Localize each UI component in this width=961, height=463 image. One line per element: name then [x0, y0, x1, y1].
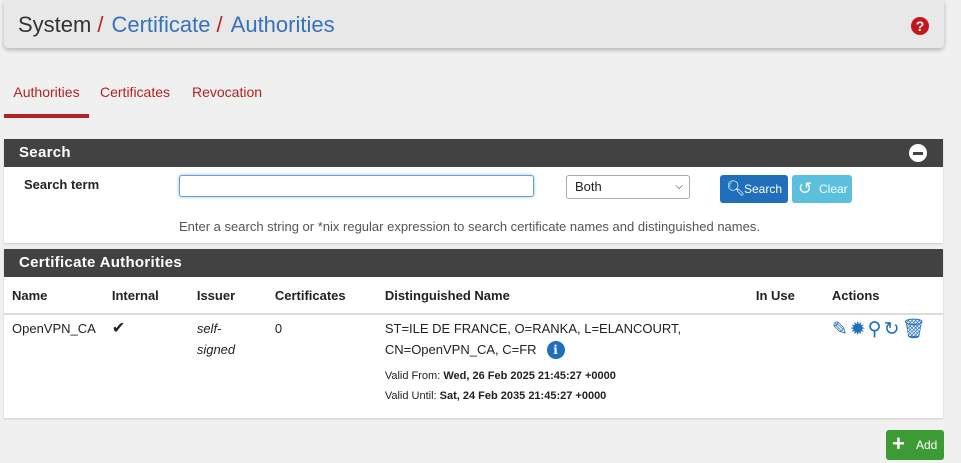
dn-line2: CN=OpenVPN_CA, C=FR	[384, 342, 537, 357]
ca-in-use	[748, 314, 824, 412]
undo-icon: ↺	[798, 179, 813, 198]
search-panel-header: Search	[4, 139, 943, 167]
col-issuer[interactable]: Issuer	[188, 277, 267, 315]
dn-line2-wrapper: CN=OpenVPN_CA, C=FR i	[385, 339, 740, 360]
search-button-label: Search	[744, 182, 783, 196]
tab-revocation[interactable]: Revocation	[192, 72, 262, 116]
ca-table: Name Internal Issuer Certificates Distin…	[4, 277, 943, 412]
breadcrumb-bar: System / Certificate / Authorities ?	[4, 0, 944, 48]
breadcrumb-authorities-link[interactable]: Authorities	[231, 12, 335, 37]
search-scope-value: Both	[575, 179, 602, 194]
ca-panel-header: Certificate Authorities	[4, 249, 943, 277]
clear-button-label: Clear	[819, 182, 848, 196]
col-in-use[interactable]: In Use	[747, 277, 824, 315]
valid-until: Valid Until: Sat, 24 Feb 2035 21:45:27 +…	[385, 386, 740, 406]
breadcrumb-separator: /	[216, 12, 223, 37]
valid-from-label: Valid From:	[384, 370, 441, 382]
search-panel: Search Search term Both ⌵ 🔍︎ Search ↺ Cl…	[4, 139, 943, 243]
col-distinguished-name[interactable]: Distinguished Name	[376, 277, 748, 315]
ca-name: OpenVPN_CA	[12, 321, 96, 336]
trash-icon[interactable]: 🗑︎	[902, 319, 928, 340]
dn-line1: ST=ILE DE FRANCE, O=RANKA, L=ELANCOURT,	[384, 321, 682, 336]
ca-issuer-line2: signed	[196, 342, 236, 357]
breadcrumb-certificate-link[interactable]: Certificate	[111, 12, 210, 37]
key-icon[interactable]: ⚲	[868, 319, 884, 340]
table-row: OpenVPN_CA ✔ self- signed 0 ST=ILE DE FR…	[4, 314, 943, 412]
valid-from-value: Wed, 26 Feb 2025 21:45:27 +0000	[443, 370, 616, 382]
search-input[interactable]	[179, 175, 534, 197]
refresh-icon[interactable]: ↻	[884, 319, 902, 340]
ca-panel-title: Certificate Authorities	[19, 254, 183, 271]
clear-button[interactable]: ↺ Clear	[792, 175, 852, 203]
question-circle-icon[interactable]: ?	[911, 17, 929, 35]
search-panel-title: Search	[19, 144, 71, 161]
search-term-label: Search term	[24, 177, 100, 192]
ca-issuer: self- signed	[189, 314, 267, 412]
add-button-label: Add	[916, 438, 938, 452]
search-scope-select[interactable]: Both ⌵	[566, 175, 690, 199]
search-button[interactable]: 🔍︎ Search	[720, 175, 788, 203]
valid-from: Valid From: Wed, 26 Feb 2025 21:45:27 +0…	[385, 366, 740, 386]
validity: Valid From: Wed, 26 Feb 2025 21:45:27 +0…	[385, 366, 740, 406]
col-actions: Actions	[823, 277, 943, 315]
valid-until-value: Sat, 24 Feb 2035 21:45:27 +0000	[439, 390, 607, 402]
check-icon: ✔	[111, 320, 126, 337]
info-icon[interactable]: i	[546, 341, 565, 359]
add-button[interactable]: + Add	[886, 430, 944, 460]
col-name[interactable]: Name	[4, 277, 104, 315]
plus-icon: +	[892, 431, 905, 456]
breadcrumb-separator: /	[97, 12, 104, 37]
breadcrumb-system: System	[18, 12, 92, 37]
ca-issuer-line1: self-	[196, 321, 222, 336]
valid-until-label: Valid Until:	[384, 390, 437, 402]
search-help-text: Enter a search string or *nix regular ex…	[179, 219, 760, 234]
search-icon: 🔍︎	[726, 180, 746, 197]
pencil-icon[interactable]: ✎	[832, 319, 850, 340]
breadcrumb: System / Certificate / Authorities	[18, 12, 335, 38]
tab-authorities[interactable]: Authorities	[4, 72, 89, 118]
ca-distinguished-name: ST=ILE DE FRANCE, O=RANKA, L=ELANCOURT, …	[377, 314, 748, 412]
chevron-down-icon: ⌵	[675, 181, 683, 192]
col-certificates[interactable]: Certificates	[266, 277, 377, 315]
ca-actions: ✎✹⚲↻🗑︎	[824, 314, 943, 412]
ca-panel: Certificate Authorities Name Internal Is…	[4, 249, 943, 418]
certificate-badge-icon[interactable]: ✹	[850, 319, 868, 340]
ca-certificate-count: 0	[274, 321, 283, 336]
minus-circle-icon[interactable]	[909, 144, 927, 162]
col-internal[interactable]: Internal	[103, 277, 189, 315]
table-header-row: Name Internal Issuer Certificates Distin…	[4, 277, 943, 315]
tab-certificates[interactable]: Certificates	[100, 72, 170, 116]
